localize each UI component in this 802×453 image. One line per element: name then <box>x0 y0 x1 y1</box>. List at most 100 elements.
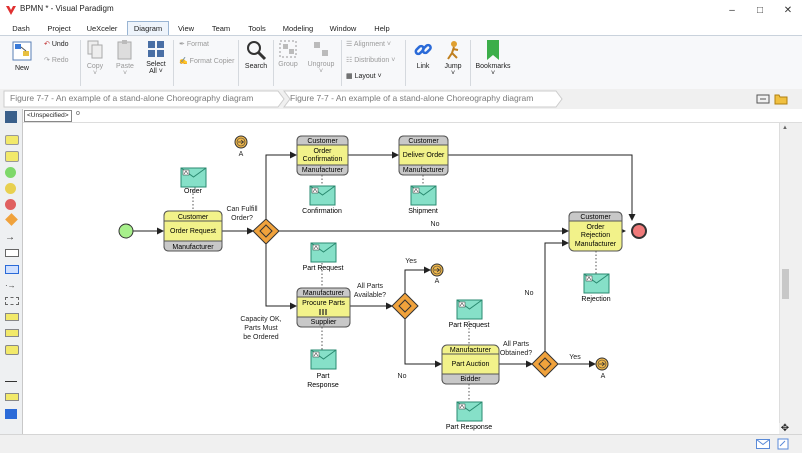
bookmark-icon <box>487 40 499 60</box>
layout-icon: ▦ <box>346 73 353 80</box>
svg-text:Confirmation: Confirmation <box>303 156 343 163</box>
message-part-request[interactable]: Part Request <box>303 242 344 272</box>
svg-text:Yes: Yes <box>569 354 581 361</box>
intermediate-event-icon[interactable] <box>5 183 16 194</box>
message-rejection[interactable]: Rejection <box>581 273 611 303</box>
link-button[interactable]: Link <box>410 39 436 70</box>
menu-view[interactable]: View <box>172 22 200 35</box>
lock-icon[interactable]: o <box>76 110 80 117</box>
link-event[interactable] <box>595 357 609 371</box>
note-icon[interactable] <box>5 393 19 401</box>
paste-button[interactable]: Paste ˅ <box>112 39 138 77</box>
jump-button[interactable]: Jump ˅ <box>440 39 466 77</box>
open-folder-icon[interactable] <box>774 92 788 105</box>
choreography-task-procure-parts[interactable]: Manufacturer Procure Parts Supplier <box>296 287 351 328</box>
svg-text:Manufacturer: Manufacturer <box>172 244 214 251</box>
mail-icon[interactable] <box>756 439 770 449</box>
message-confirmation[interactable]: Confirmation <box>302 185 342 215</box>
menu-bar: Dash Project UeXceler Diagram View Team … <box>0 21 802 36</box>
choreography-task-order-rejection[interactable]: Customer Order Rejection Manufacturer <box>568 211 623 252</box>
choreography-task-icon[interactable] <box>5 135 19 145</box>
menu-help[interactable]: Help <box>368 22 396 35</box>
group-button[interactable]: Group <box>276 39 300 68</box>
start-event[interactable] <box>118 223 134 239</box>
message-part-response[interactable]: Part Response <box>446 401 492 431</box>
end-event-icon[interactable] <box>5 199 16 210</box>
diagram-canvas[interactable]: Customer Order Request Manufacturer Cust… <box>23 123 779 434</box>
message-shipment[interactable]: Shipment <box>408 185 438 215</box>
svg-text:Response: Response <box>307 382 339 389</box>
scroll-up-icon[interactable]: ▲ <box>782 125 788 131</box>
format-button[interactable]: ✒ Format <box>179 40 209 48</box>
alignment-button[interactable]: ☰ Alignment ˅ <box>346 40 391 48</box>
minimize-button[interactable]: – <box>718 0 746 21</box>
document-icon[interactable] <box>777 438 789 450</box>
menu-diagram[interactable]: Diagram <box>127 21 169 36</box>
search-button[interactable]: Search <box>242 39 270 70</box>
menu-modeling[interactable]: Modeling <box>278 22 318 35</box>
menu-team[interactable]: Team <box>206 22 236 35</box>
call-choreography-icon[interactable] <box>5 345 19 355</box>
message-part-request[interactable]: Part Request <box>449 299 490 329</box>
select-tool-icon[interactable] <box>5 111 17 123</box>
svg-text:Available?: Available? <box>354 292 386 299</box>
exclusive-gateway[interactable] <box>391 292 419 320</box>
svg-text:Can Fulfill: Can Fulfill <box>226 206 258 213</box>
menu-dash[interactable]: Dash <box>6 22 36 35</box>
message-part-response[interactable]: Part Response <box>307 349 339 389</box>
select-all-button[interactable]: Select All ˅ <box>143 39 169 75</box>
scroll-thumb[interactable] <box>782 269 789 299</box>
svg-text:Order Request: Order Request <box>170 228 216 235</box>
choreography-task-part-auction[interactable]: Manufacturer Part Auction Bidder <box>441 344 500 385</box>
parent-model-selector[interactable]: <Unspecified> <box>24 110 72 122</box>
diagram-palette: → ·→ <box>0 109 23 434</box>
bookmarks-button[interactable]: Bookmarks ˅ <box>474 39 512 77</box>
annotation-icon[interactable] <box>5 313 19 321</box>
link-event[interactable] <box>430 263 444 277</box>
format-copier-button[interactable]: ✍ Format Copier <box>179 57 234 65</box>
lane-icon[interactable] <box>5 265 19 274</box>
svg-text:A: A <box>601 373 606 380</box>
menu-project[interactable]: Project <box>42 22 76 35</box>
choreography-task-deliver-order[interactable]: Customer Deliver Order Manufacturer <box>398 135 449 176</box>
layout-button[interactable]: ▦ Layout ˅ <box>346 72 382 80</box>
menu-uexceler[interactable]: UeXceler <box>82 22 122 35</box>
group-box-icon[interactable] <box>5 297 19 305</box>
start-event-icon[interactable] <box>5 167 16 178</box>
vertical-scrollbar[interactable]: ▲ <box>779 123 792 434</box>
distribution-button[interactable]: ☷ Distribution ˅ <box>346 56 395 64</box>
exclusive-gateway[interactable] <box>252 218 280 245</box>
sequence-flows <box>133 151 636 368</box>
move-canvas-icon[interactable]: ✥ <box>779 423 791 434</box>
gateway-icon[interactable] <box>5 213 18 226</box>
subchoreography-icon[interactable] <box>5 151 19 162</box>
svg-text:Manufacturer: Manufacturer <box>403 167 445 174</box>
copy-button[interactable]: Copy ˅ <box>84 39 106 77</box>
fit-diagram-icon[interactable] <box>756 93 770 105</box>
end-event[interactable] <box>631 223 647 239</box>
connector-icon[interactable] <box>5 381 17 383</box>
breadcrumb-item[interactable]: Figure 7-7 - An example of a stand-alone… <box>10 93 253 103</box>
new-button[interactable]: New <box>8 39 36 72</box>
close-button[interactable]: ✕ <box>774 0 802 21</box>
flow-labels: Can Fulfill Order? No All Parts Availabl… <box>226 151 605 380</box>
breadcrumb-item[interactable]: Figure 7-7 - An example of a stand-alone… <box>290 93 533 103</box>
undo-button[interactable]: ↶ Undo <box>44 40 69 48</box>
data-object-icon[interactable] <box>5 329 19 337</box>
choreography-task-order-request[interactable]: Customer Order Request Manufacturer <box>163 210 223 252</box>
message-order[interactable]: Order <box>180 167 207 195</box>
maximize-button[interactable]: □ <box>746 0 774 21</box>
choreography-task-order-confirmation[interactable]: Customer Order Confirmation Manufacturer <box>296 135 349 176</box>
exclusive-gateway[interactable] <box>531 350 559 378</box>
link-event[interactable] <box>234 135 248 149</box>
ungroup-button[interactable]: Ungroup ˅ <box>304 39 338 75</box>
sequence-flow-icon[interactable]: → <box>5 233 17 245</box>
menu-window[interactable]: Window <box>324 22 362 35</box>
redo-button[interactable]: ↷ Redo <box>44 56 69 64</box>
image-shape-icon[interactable] <box>5 409 17 419</box>
pool-icon[interactable] <box>5 249 19 257</box>
window-title: BPMN * - Visual Paradigm <box>20 4 114 13</box>
menu-tools[interactable]: Tools <box>242 22 272 35</box>
breadcrumb: Figure 7-7 - An example of a stand-alone… <box>0 89 802 109</box>
association-icon[interactable]: ·→ <box>5 281 17 293</box>
